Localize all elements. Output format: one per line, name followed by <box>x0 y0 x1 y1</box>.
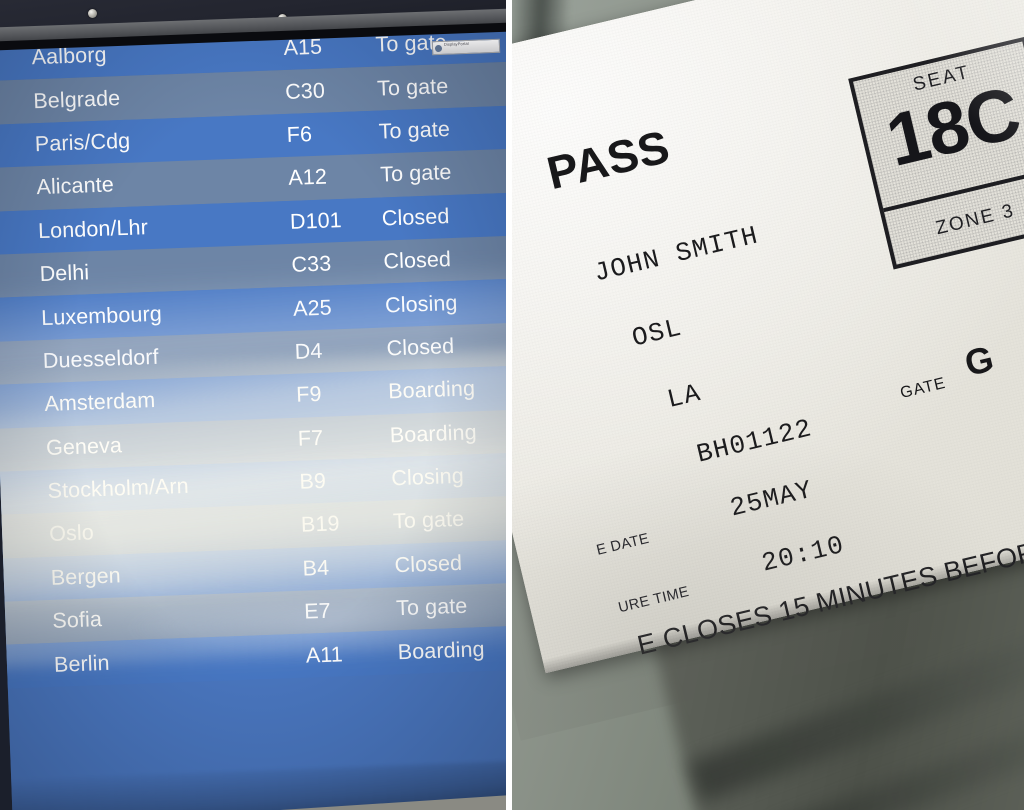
gate-cell: B19 <box>300 511 341 538</box>
destination-cell: Berlin <box>53 650 110 677</box>
sticker-label: DisplayPortal <box>443 40 469 47</box>
gate-cell: B4 <box>302 555 330 581</box>
boarding-pass-paper: PASS JOHN SMITH OSL LA BH01122 E DATE 25… <box>512 0 1024 741</box>
sticker-logo-icon <box>434 44 443 53</box>
below-screen-surface <box>0 789 506 810</box>
airport-departure-board-photo: Til To Gate Gate Information Information… <box>0 0 506 810</box>
gate-cell: A25 <box>292 294 333 321</box>
split-photo-collage: Til To Gate Gate Information Information… <box>0 0 1024 810</box>
departure-date-value: 25MAY <box>727 474 816 524</box>
destination-cell: Belgrade <box>32 85 121 113</box>
gate-cell: F9 <box>295 382 323 408</box>
seat-assignment-box: SEAT 18C ZONE 3 <box>848 36 1024 270</box>
information-cell: To gate <box>376 73 449 101</box>
destination-cell: Delhi <box>39 260 90 287</box>
departure-time-value: 20:10 <box>758 529 848 579</box>
gate-cell: F7 <box>297 425 324 451</box>
information-cell: Closing <box>384 290 458 318</box>
information-cell: To gate <box>395 593 468 621</box>
carrier-code: LA <box>664 378 704 415</box>
gate-cell: B9 <box>299 468 327 494</box>
origin-airport-code: OSL <box>629 312 686 354</box>
information-cell: To gate <box>392 507 465 534</box>
destination-cell: Amsterdam <box>44 388 156 417</box>
passenger-name: JOHN SMITH <box>591 220 762 289</box>
departure-board-screen: Til To Gate Gate Information Information… <box>0 17 506 810</box>
gate-label: GATE <box>898 374 948 403</box>
destination-cell: Stockholm/Arn <box>47 473 190 504</box>
gate-cell: D101 <box>289 207 343 234</box>
information-cell: Closed <box>394 550 463 578</box>
gate-cell: A11 <box>305 641 344 668</box>
information-cell: Boarding <box>397 636 486 664</box>
destination-cell: London/Lhr <box>37 214 149 243</box>
information-cell: Closed <box>381 203 450 231</box>
gate-cell: F6 <box>286 122 313 147</box>
gate-cell: A12 <box>287 164 328 191</box>
information-cell: To gate <box>379 160 452 187</box>
information-cell: Boarding <box>387 376 476 404</box>
information-cell: Closed <box>386 333 455 361</box>
gate-cell: E7 <box>303 598 332 624</box>
gate-cell: C33 <box>291 251 332 278</box>
destination-cell: Alicante <box>36 172 115 200</box>
information-cell: Boarding <box>389 419 478 448</box>
boarding-pass-title: PASS <box>542 119 675 200</box>
destination-cell: Luxembourg <box>40 301 163 330</box>
destination-cell: Geneva <box>45 432 123 460</box>
destination-cell: Oslo <box>48 520 95 547</box>
information-cell: Closed <box>383 247 452 274</box>
destination-cell: Paris/Cdg <box>34 128 131 157</box>
boarding-pass-photo: PASS JOHN SMITH OSL LA BH01122 E DATE 25… <box>512 0 1024 810</box>
information-cell: To gate <box>378 116 451 144</box>
gate-cell: C30 <box>284 78 326 104</box>
departure-time-label: URE TIME <box>616 583 691 617</box>
information-cell: Closing <box>390 463 465 491</box>
gate-value: G <box>960 337 998 384</box>
bezel-sticker: DisplayPortal <box>431 38 501 56</box>
screen-bottom-shadow <box>0 757 506 810</box>
destination-cell: Sofia <box>51 607 103 634</box>
departure-date-label: E DATE <box>594 530 651 559</box>
destination-cell: Bergen <box>50 563 122 590</box>
bezel-screw <box>88 9 97 18</box>
gate-cell: D4 <box>294 338 323 364</box>
departure-board-rows: Aalborg A15 To gate Belgrade C30 To gate Paris… <box>0 17 506 689</box>
collage-divider <box>506 0 512 810</box>
destination-cell: Duesseldorf <box>42 344 160 373</box>
booking-reference: BH01122 <box>693 413 816 470</box>
